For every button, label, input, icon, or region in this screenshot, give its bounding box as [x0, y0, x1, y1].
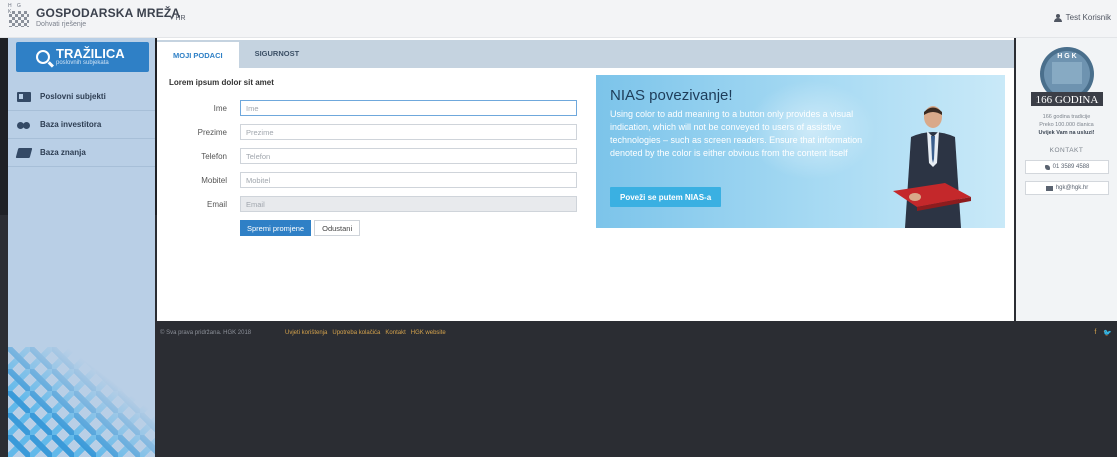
decorative-pattern — [8, 347, 155, 457]
cancel-button[interactable]: Odustani — [314, 220, 361, 236]
nias-text: Using color to add meaning to a button o… — [610, 109, 863, 158]
form-actions: Spremi promjene Odustani — [240, 220, 361, 236]
logo[interactable]: H G K GOSPODARSKA MREŽA Dohvati rješenje — [8, 3, 181, 29]
tab-bar: MOJI PODACI SIGURNOST — [157, 40, 1014, 68]
field-label: Email — [206, 199, 227, 209]
kontakt-heading: KONTAKT — [1049, 147, 1084, 154]
footer-link-kontakt[interactable]: Kontakt — [385, 330, 405, 336]
nias-banner: NIAS povezivanje! Using color to add mea… — [596, 75, 1005, 228]
language-selector[interactable]: ▾ HR — [170, 14, 186, 22]
form-row-prezime: Prezime — [157, 124, 577, 140]
sidebar-nav: Poslovni subjekti Baza investitora Baza … — [8, 83, 155, 167]
save-button[interactable]: Spremi promjene — [240, 220, 312, 236]
field-label: Prezime — [197, 127, 227, 137]
book-icon — [15, 147, 33, 158]
tab-sigurnost[interactable]: SIGURNOST — [239, 40, 316, 66]
footer-links: Uvjeti korištenja Upotreba kolačića Kont… — [285, 330, 446, 336]
phone-icon — [1044, 164, 1050, 170]
brand-name: GOSPODARSKA MREŽA — [36, 6, 181, 20]
top-header: H G K GOSPODARSKA MREŽA Dohvati rješenje… — [0, 0, 1117, 38]
sidebar-item-baza-investitora[interactable]: Baza investitora — [8, 111, 155, 139]
hgk-166-badge-icon: H G K 166 GODINA — [1031, 47, 1103, 106]
form-row-email: Email — [157, 196, 577, 212]
businessman-laptop-image — [893, 106, 971, 228]
form-title: Lorem ipsum dolor sit amet — [169, 78, 274, 87]
phone-number: 01 3589 4588 — [1052, 164, 1090, 170]
form-row-mobitel: Mobitel — [157, 172, 577, 188]
nias-title: NIAS povezivanje! — [610, 87, 733, 104]
sidebar-item-label: Baza znanja — [40, 148, 86, 157]
email-button[interactable]: hgk@hgk.hr — [1025, 181, 1109, 195]
search-button-title: TRAŽILICA — [56, 46, 125, 61]
footer-link-hgk-website[interactable]: HGK website — [411, 330, 446, 336]
user-icon — [1053, 13, 1062, 22]
brand-tagline: Dohvati rješenje — [36, 21, 87, 28]
facebook-icon[interactable]: f — [1094, 329, 1096, 337]
id-card-icon — [17, 91, 31, 102]
first-name-input[interactable] — [240, 100, 577, 116]
search-button[interactable]: TRAŽILICA poslovnih subjekata — [16, 42, 149, 72]
field-label: Ime — [213, 103, 227, 113]
email-address: hgk@hgk.hr — [1055, 185, 1089, 191]
footer: © Sva prava pridržana. HGK 2018 Uvjeti k… — [155, 321, 1117, 457]
tab-moji-podaci[interactable]: MOJI PODACI — [157, 42, 239, 68]
field-label: Telefon — [201, 151, 227, 161]
sidebar: TRAŽILICA poslovnih subjekata Poslovni s… — [8, 38, 155, 457]
sidebar-item-baza-znanja[interactable]: Baza znanja — [8, 139, 155, 167]
footer-link-kolacici[interactable]: Upotreba kolačića — [332, 330, 380, 336]
form-row-telefon: Telefon — [157, 148, 577, 164]
sidebar-item-poslovni-subjekti[interactable]: Poslovni subjekti — [8, 83, 155, 111]
user-menu[interactable]: Test Korisnik — [1053, 13, 1111, 22]
info-line: 166 godina tradicije — [1042, 114, 1091, 120]
email-input — [240, 196, 577, 212]
info-line: Preko 100.000 članica — [1039, 122, 1094, 128]
field-label: Mobitel — [201, 175, 227, 185]
badge-years-text: 166 GODINA — [1036, 94, 1099, 106]
social-links: f 🐦 — [1094, 329, 1112, 337]
last-name-input[interactable] — [240, 124, 577, 140]
mobile-input[interactable] — [240, 172, 577, 188]
badge-top-text: H G K — [1057, 53, 1076, 60]
search-icon — [36, 50, 50, 64]
phone-button[interactable]: 01 3589 4588 — [1025, 160, 1109, 174]
nias-connect-button[interactable]: Poveži se putem NIAS-a — [610, 187, 722, 207]
twitter-icon[interactable]: 🐦 — [1103, 329, 1112, 337]
mail-icon — [1045, 185, 1053, 191]
main-content: MOJI PODACI SIGURNOST Lorem ipsum dolor … — [157, 38, 1014, 321]
sidebar-item-label: Poslovni subjekti — [40, 92, 106, 101]
hgk-logo-icon: H G K — [8, 3, 30, 29]
sidebar-item-label: Baza investitora — [40, 120, 102, 129]
right-panel: H G K 166 GODINA 166 godina tradicije Pr… — [1016, 38, 1117, 321]
footer-link-uvjeti[interactable]: Uvjeti korištenja — [285, 330, 327, 336]
people-icon — [17, 120, 31, 130]
hgk-info: 166 godina tradicije Preko 100.000 člani… — [1016, 113, 1117, 137]
copyright-text: © Sva prava pridržana. HGK 2018 — [160, 330, 252, 336]
user-name: Test Korisnik — [1065, 13, 1111, 22]
info-line-bold: Uvijek Vam na usluzi! — [1038, 130, 1095, 136]
form-row-ime: Ime — [157, 100, 577, 116]
phone-input[interactable] — [240, 148, 577, 164]
